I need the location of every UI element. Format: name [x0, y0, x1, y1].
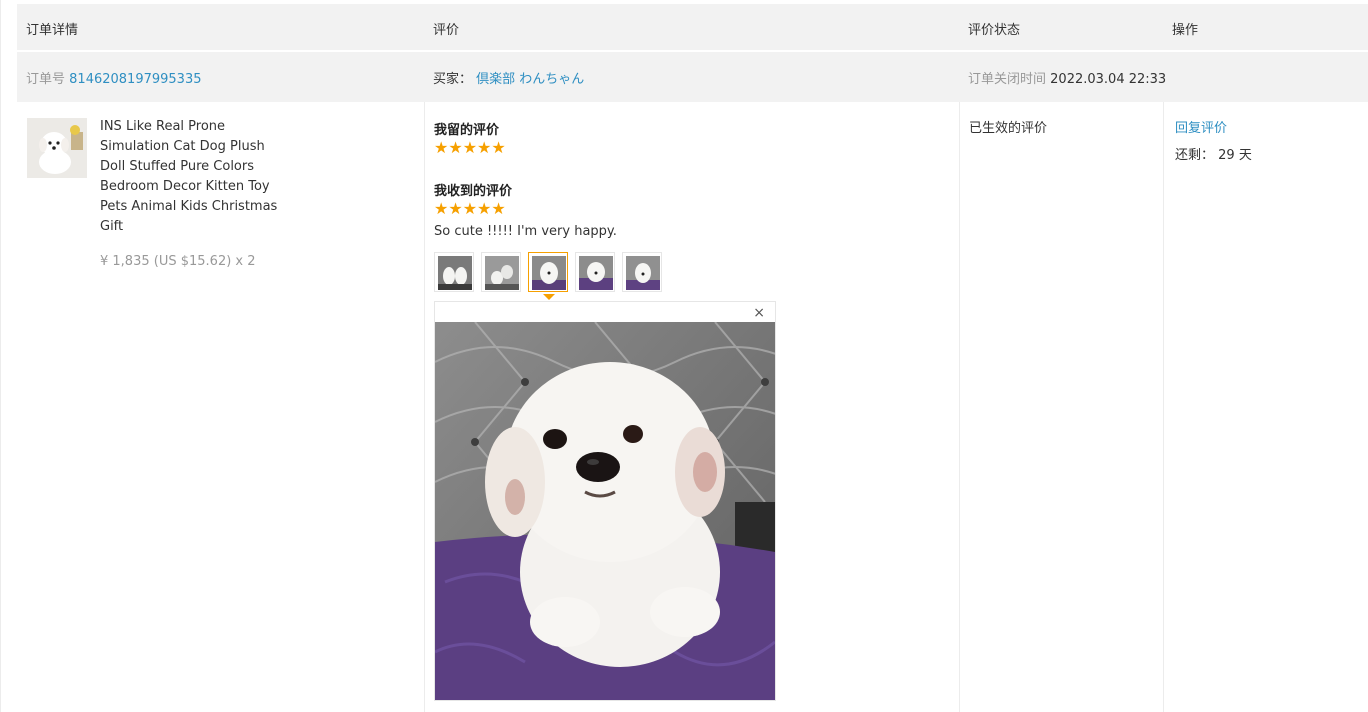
header-cell-action: 操作 [1163, 4, 1368, 50]
status-cell: 已生效的评价 [959, 102, 1163, 712]
product-cell: INS Like Real Prone Simulation Cat Dog P… [17, 102, 424, 712]
review-table: 订单详情 评价 评价状态 操作 订单号 8146208197995335 买家：… [17, 4, 1368, 712]
header-cell-order: 订单详情 [17, 4, 424, 50]
product-price: ¥ 1,835 (US $15.62) x 2 [100, 254, 256, 269]
page-left-border [0, 0, 1, 712]
received-review-stars: ★★★★★ [434, 199, 506, 218]
table-row: INS Like Real Prone Simulation Cat Dog P… [17, 102, 1368, 712]
remaining-label: 还剩： [1175, 148, 1215, 163]
product-title[interactable]: INS Like Real Prone Simulation Cat Dog P… [100, 117, 290, 237]
remaining-time: 还剩： 29 天 [1175, 144, 1252, 163]
review-photo-thumb-4[interactable] [575, 252, 615, 292]
order-number-link[interactable]: 8146208197995335 [69, 72, 201, 87]
my-review-stars: ★★★★★ [434, 138, 506, 157]
received-review-text: So cute !!!!! I'm very happy. [434, 224, 617, 239]
closed-time-label: 订单关闭时间 [968, 72, 1047, 87]
buyer-label: 买家： [433, 72, 473, 87]
closed-time-cell: 订单关闭时间 2022.03.04 22:33 [959, 52, 1368, 102]
order-info-row: 订单号 8146208197995335 买家： 倶楽部 わんちゃん 订单关闭时… [17, 52, 1368, 102]
buyer-name-link[interactable]: 倶楽部 わんちゃん [476, 72, 584, 87]
review-photo-large [435, 322, 775, 700]
review-photo-thumb-1[interactable] [434, 252, 474, 292]
selected-photo-caret [543, 294, 555, 300]
action-cell: 回复评价 还剩： 29 天 [1163, 102, 1368, 712]
closed-time-value: 2022.03.04 22:33 [1050, 72, 1167, 87]
review-photo-thumb-3[interactable] [528, 252, 568, 292]
review-cell: 我留的评价 ★★★★★ 我收到的评价 ★★★★★ So cute !!!!! I… [424, 102, 959, 712]
reply-review-link[interactable]: 回复评价 [1175, 117, 1227, 136]
remaining-value: 29 天 [1218, 148, 1252, 163]
header-cell-status: 评价状态 [959, 4, 1163, 50]
order-number-label: 订单号 [26, 72, 66, 87]
photo-viewer: × [434, 301, 776, 701]
review-photo-thumb-5[interactable] [622, 252, 662, 292]
close-icon[interactable]: × [753, 305, 765, 321]
my-review-label: 我留的评价 [434, 123, 500, 138]
review-status-text: 已生效的评价 [969, 121, 1048, 136]
header-cell-review: 评价 [424, 4, 959, 50]
buyer-cell: 买家： 倶楽部 わんちゃん [424, 52, 959, 102]
header-order-label: 订单详情 [26, 23, 79, 38]
header-action-label: 操作 [1172, 23, 1199, 38]
review-photo-thumb-2[interactable] [481, 252, 521, 292]
header-status-label: 评价状态 [968, 23, 1021, 38]
received-review-label: 我收到的评价 [434, 184, 513, 199]
product-thumbnail[interactable] [27, 118, 87, 178]
order-number-cell: 订单号 8146208197995335 [17, 52, 424, 102]
table-header: 订单详情 评价 评价状态 操作 [17, 4, 1368, 52]
header-review-label: 评价 [433, 23, 460, 38]
